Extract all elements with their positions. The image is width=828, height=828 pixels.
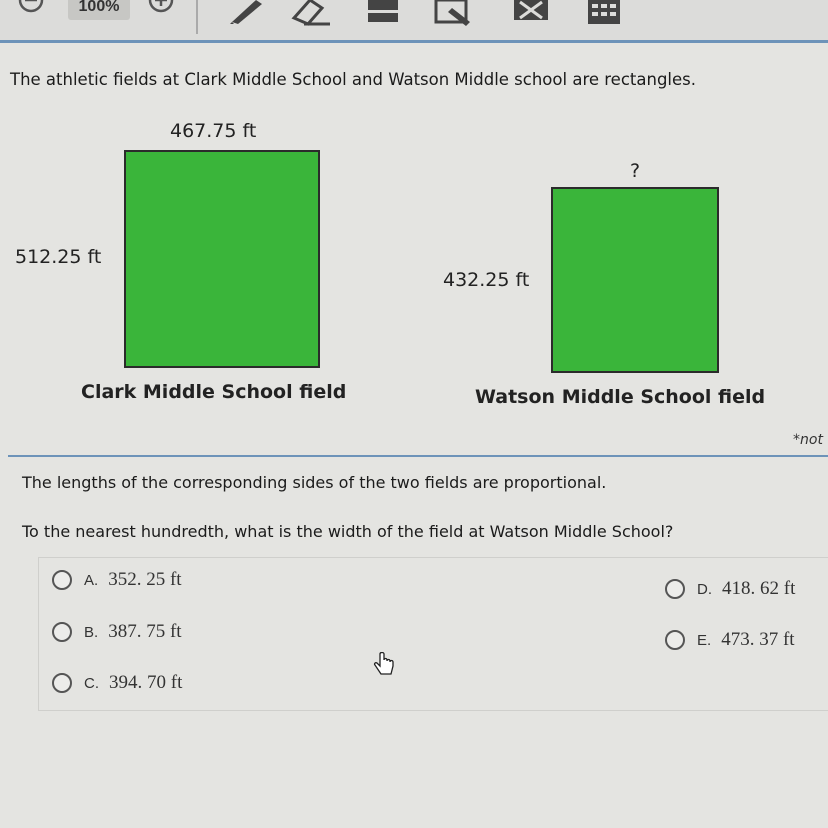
radio-button[interactable]: [52, 622, 72, 642]
eraser-icon[interactable]: [290, 0, 332, 26]
pencil-icon[interactable]: [226, 0, 262, 24]
section-divider: [8, 455, 828, 457]
choice-value: 418. 62 ft: [722, 578, 796, 599]
clark-length-label: 512.25 ft: [15, 246, 102, 268]
radio-button[interactable]: [52, 673, 72, 693]
choice-d[interactable]: D. 418. 62 ft: [665, 575, 795, 603]
clark-width-label: 467.75 ft: [170, 120, 257, 142]
choice-value: 387. 75 ft: [108, 621, 182, 642]
radio-button[interactable]: [665, 630, 685, 650]
watson-field-rectangle: [551, 187, 719, 373]
radio-button[interactable]: [665, 579, 685, 599]
highlighter-icon[interactable]: [364, 0, 402, 26]
zoom-in-icon[interactable]: [144, 0, 178, 20]
watson-field-caption: Watson Middle School field: [475, 386, 766, 408]
answer-eliminator-icon[interactable]: [512, 0, 550, 24]
choice-c[interactable]: C. 394. 70 ft: [52, 669, 182, 697]
zoom-out-icon[interactable]: [14, 0, 48, 20]
clark-field-rectangle: [124, 150, 320, 368]
choice-value: 394. 70 ft: [109, 672, 183, 693]
calculator-icon[interactable]: [586, 0, 622, 26]
question-intro: The athletic fields at Clark Middle Scho…: [10, 70, 696, 89]
choice-letter: D.: [697, 580, 712, 598]
toolbar-divider: [0, 40, 828, 43]
hand-cursor-icon: [373, 652, 394, 675]
scale-note: *not: [793, 432, 823, 448]
toolbar: 100%: [0, 0, 828, 40]
toolbar-separator: [196, 0, 198, 34]
choice-value: 352. 25 ft: [108, 569, 182, 590]
question-line-1: The lengths of the corresponding sides o…: [22, 473, 607, 492]
choice-value: 473. 37 ft: [721, 629, 795, 650]
choice-letter: E.: [697, 631, 712, 649]
choice-letter: B.: [84, 623, 99, 641]
clark-field-caption: Clark Middle School field: [81, 381, 347, 403]
choice-b[interactable]: B. 387. 75 ft: [52, 618, 182, 646]
watson-length-label: 432.25 ft: [443, 269, 530, 291]
radio-button[interactable]: [52, 570, 72, 590]
choice-letter: A.: [84, 571, 99, 589]
choice-a[interactable]: A. 352. 25 ft: [52, 566, 182, 594]
annotate-icon[interactable]: [434, 0, 474, 26]
choice-e[interactable]: E. 473. 37 ft: [665, 626, 795, 654]
question-line-2: To the nearest hundredth, what is the wi…: [22, 522, 674, 541]
choice-letter: C.: [84, 674, 99, 692]
watson-width-label: ?: [630, 160, 641, 182]
zoom-level: 100%: [68, 0, 130, 20]
